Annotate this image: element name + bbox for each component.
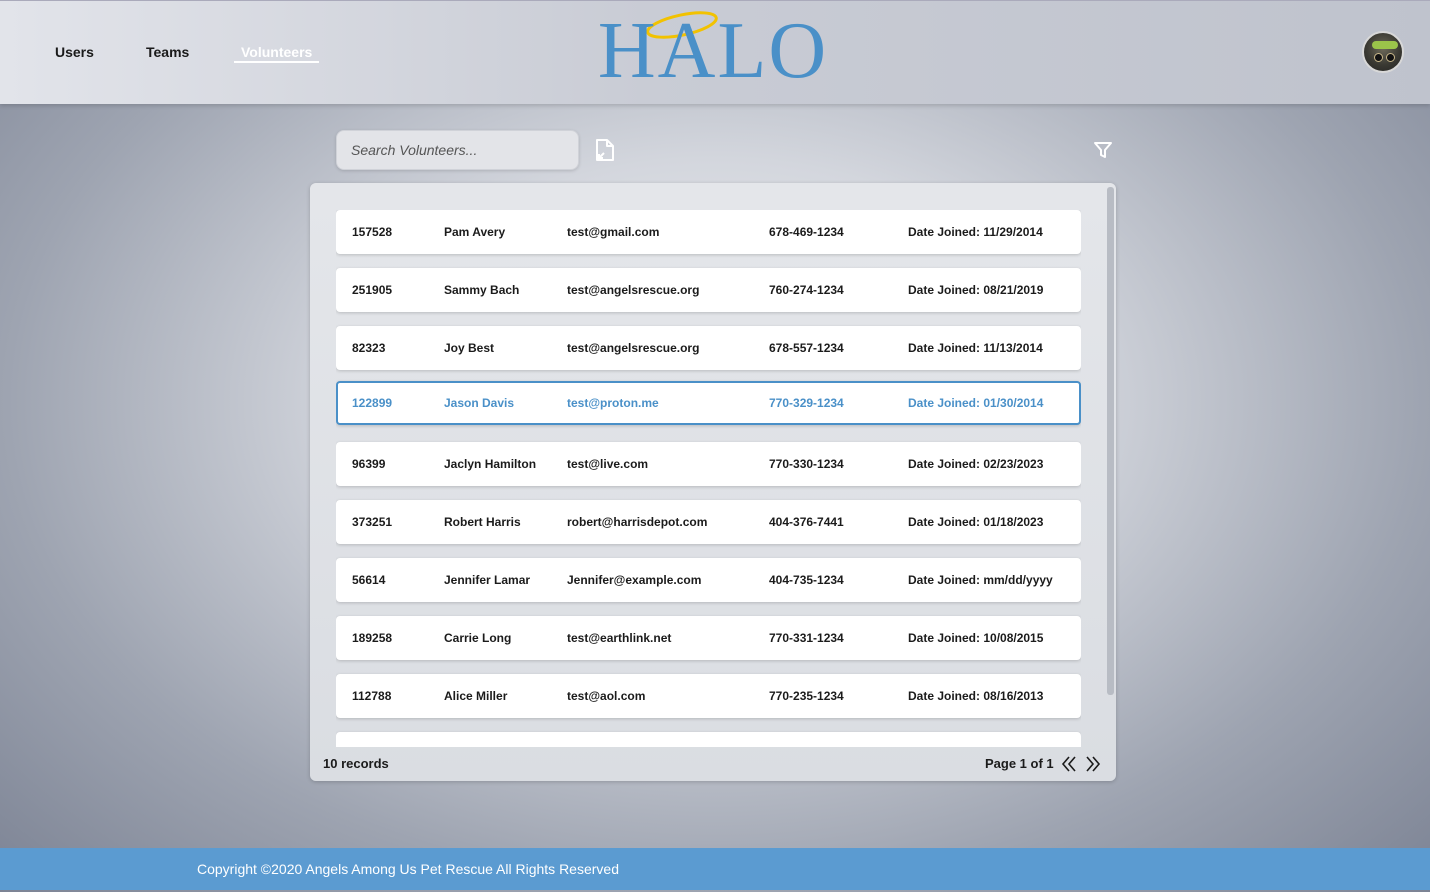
volunteer-email: test@live.com xyxy=(567,457,649,471)
volunteer-email: test@proton.me xyxy=(567,396,659,410)
volunteer-email: test@earthlink.net xyxy=(567,631,672,645)
volunteer-id: 112788 xyxy=(352,689,392,703)
volunteer-email: Jennifer@example.com xyxy=(567,573,702,587)
volunteer-email: test@gmail.com xyxy=(567,225,660,239)
volunteer-name: Pam Avery xyxy=(444,225,506,239)
volunteer-phone: 678-557-1234 xyxy=(769,341,844,355)
list-item[interactable] xyxy=(336,732,1081,747)
volunteer-name: Jason Davis xyxy=(444,396,515,410)
double-chevron-left-icon[interactable] xyxy=(1061,755,1077,773)
volunteer-date-joined: Date Joined: 08/21/2019 xyxy=(908,283,1044,297)
volunteer-id: 373251 xyxy=(352,515,393,529)
volunteer-phone: 678-469-1234 xyxy=(769,225,844,239)
volunteer-phone: 770-235-1234 xyxy=(769,689,844,703)
list-item[interactable]: 56614 Jennifer Lamar Jennifer@example.co… xyxy=(336,558,1081,602)
list-item[interactable]: 112788 Alice Miller test@aol.com 770-235… xyxy=(336,674,1081,718)
list-item[interactable]: 189258 Carrie Long test@earthlink.net 77… xyxy=(336,616,1081,660)
page-indicator: Page 1 of 1 xyxy=(985,756,1054,771)
volunteer-email: test@angelsrescue.org xyxy=(567,283,700,297)
volunteer-date-joined: Date Joined: 02/23/2023 xyxy=(908,457,1044,471)
document-export-icon[interactable] xyxy=(594,138,616,162)
volunteer-id: 82323 xyxy=(352,341,386,355)
volunteer-id: 189258 xyxy=(352,631,393,645)
volunteer-phone: 404-376-7441 xyxy=(769,515,844,529)
volunteer-email: test@aol.com xyxy=(567,689,646,703)
volunteer-phone: 760-274-1234 xyxy=(769,283,844,297)
volunteer-date-joined: Date Joined: mm/dd/yyyy xyxy=(908,573,1053,587)
search-input[interactable] xyxy=(336,130,579,170)
volunteer-id: 96399 xyxy=(352,457,386,471)
volunteer-phone: 404-735-1234 xyxy=(769,573,844,587)
volunteer-name: Carrie Long xyxy=(444,631,512,645)
volunteer-date-joined: Date Joined: 01/18/2023 xyxy=(908,515,1044,529)
top-navigation-bar: Users Teams Volunteers HALO xyxy=(0,0,1430,104)
volunteer-phone: 770-329-1234 xyxy=(769,396,844,410)
nav-teams[interactable]: Teams xyxy=(146,44,189,60)
volunteer-date-joined: Date Joined: 11/29/2014 xyxy=(908,225,1043,239)
nav-volunteers[interactable]: Volunteers xyxy=(234,44,320,63)
volunteer-date-joined: Date Joined: 10/08/2015 xyxy=(908,631,1044,645)
user-avatar[interactable] xyxy=(1362,31,1404,73)
list-item[interactable]: 373251 Robert Harris robert@harrisdepot.… xyxy=(336,500,1081,544)
volunteer-name: Sammy Bach xyxy=(444,283,520,297)
list-item[interactable]: 96399 Jaclyn Hamilton test@live.com 770-… xyxy=(336,442,1081,486)
list-item[interactable]: 157528 Pam Avery test@gmail.com 678-469-… xyxy=(336,210,1081,254)
volunteer-phone: 770-330-1234 xyxy=(769,457,844,471)
halo-logo: HALO xyxy=(578,5,848,95)
volunteer-email: robert@harrisdepot.com xyxy=(567,515,708,529)
scrollbar[interactable] xyxy=(1107,187,1114,695)
volunteer-name: Robert Harris xyxy=(444,515,521,529)
volunteer-id: 122899 xyxy=(352,396,393,410)
list-item[interactable]: 251905 Sammy Bach test@angelsrescue.org … xyxy=(336,268,1081,312)
logo-text: HALO xyxy=(597,7,829,95)
volunteer-list: 157528 Pam Avery test@gmail.com 678-469-… xyxy=(336,210,1081,747)
filter-icon[interactable] xyxy=(1093,140,1113,160)
volunteer-name: Jennifer Lamar xyxy=(444,573,531,587)
volunteer-id: 56614 xyxy=(352,573,386,587)
volunteer-id: 157528 xyxy=(352,225,393,239)
list-item-selected[interactable]: 122899 Jason Davis test@proton.me 770-32… xyxy=(336,381,1081,425)
footer: Copyright ©2020 Angels Among Us Pet Resc… xyxy=(0,848,1430,890)
double-chevron-right-icon[interactable] xyxy=(1085,755,1101,773)
nav-users[interactable]: Users xyxy=(55,44,94,60)
copyright-text: Copyright ©2020 Angels Among Us Pet Resc… xyxy=(197,861,619,877)
volunteer-name: Alice Miller xyxy=(444,689,508,703)
volunteer-date-joined: Date Joined: 01/30/2014 xyxy=(908,396,1044,410)
volunteer-date-joined: Date Joined: 08/16/2013 xyxy=(908,689,1044,703)
volunteer-id: 251905 xyxy=(352,283,393,297)
volunteer-email: test@angelsrescue.org xyxy=(567,341,700,355)
list-item[interactable]: 82323 Joy Best test@angelsrescue.org 678… xyxy=(336,326,1081,370)
volunteer-phone: 770-331-1234 xyxy=(769,631,844,645)
volunteer-name: Jaclyn Hamilton xyxy=(444,457,537,471)
record-count: 10 records xyxy=(323,756,389,771)
volunteer-date-joined: Date Joined: 11/13/2014 xyxy=(908,341,1043,355)
volunteer-name: Joy Best xyxy=(444,341,495,355)
